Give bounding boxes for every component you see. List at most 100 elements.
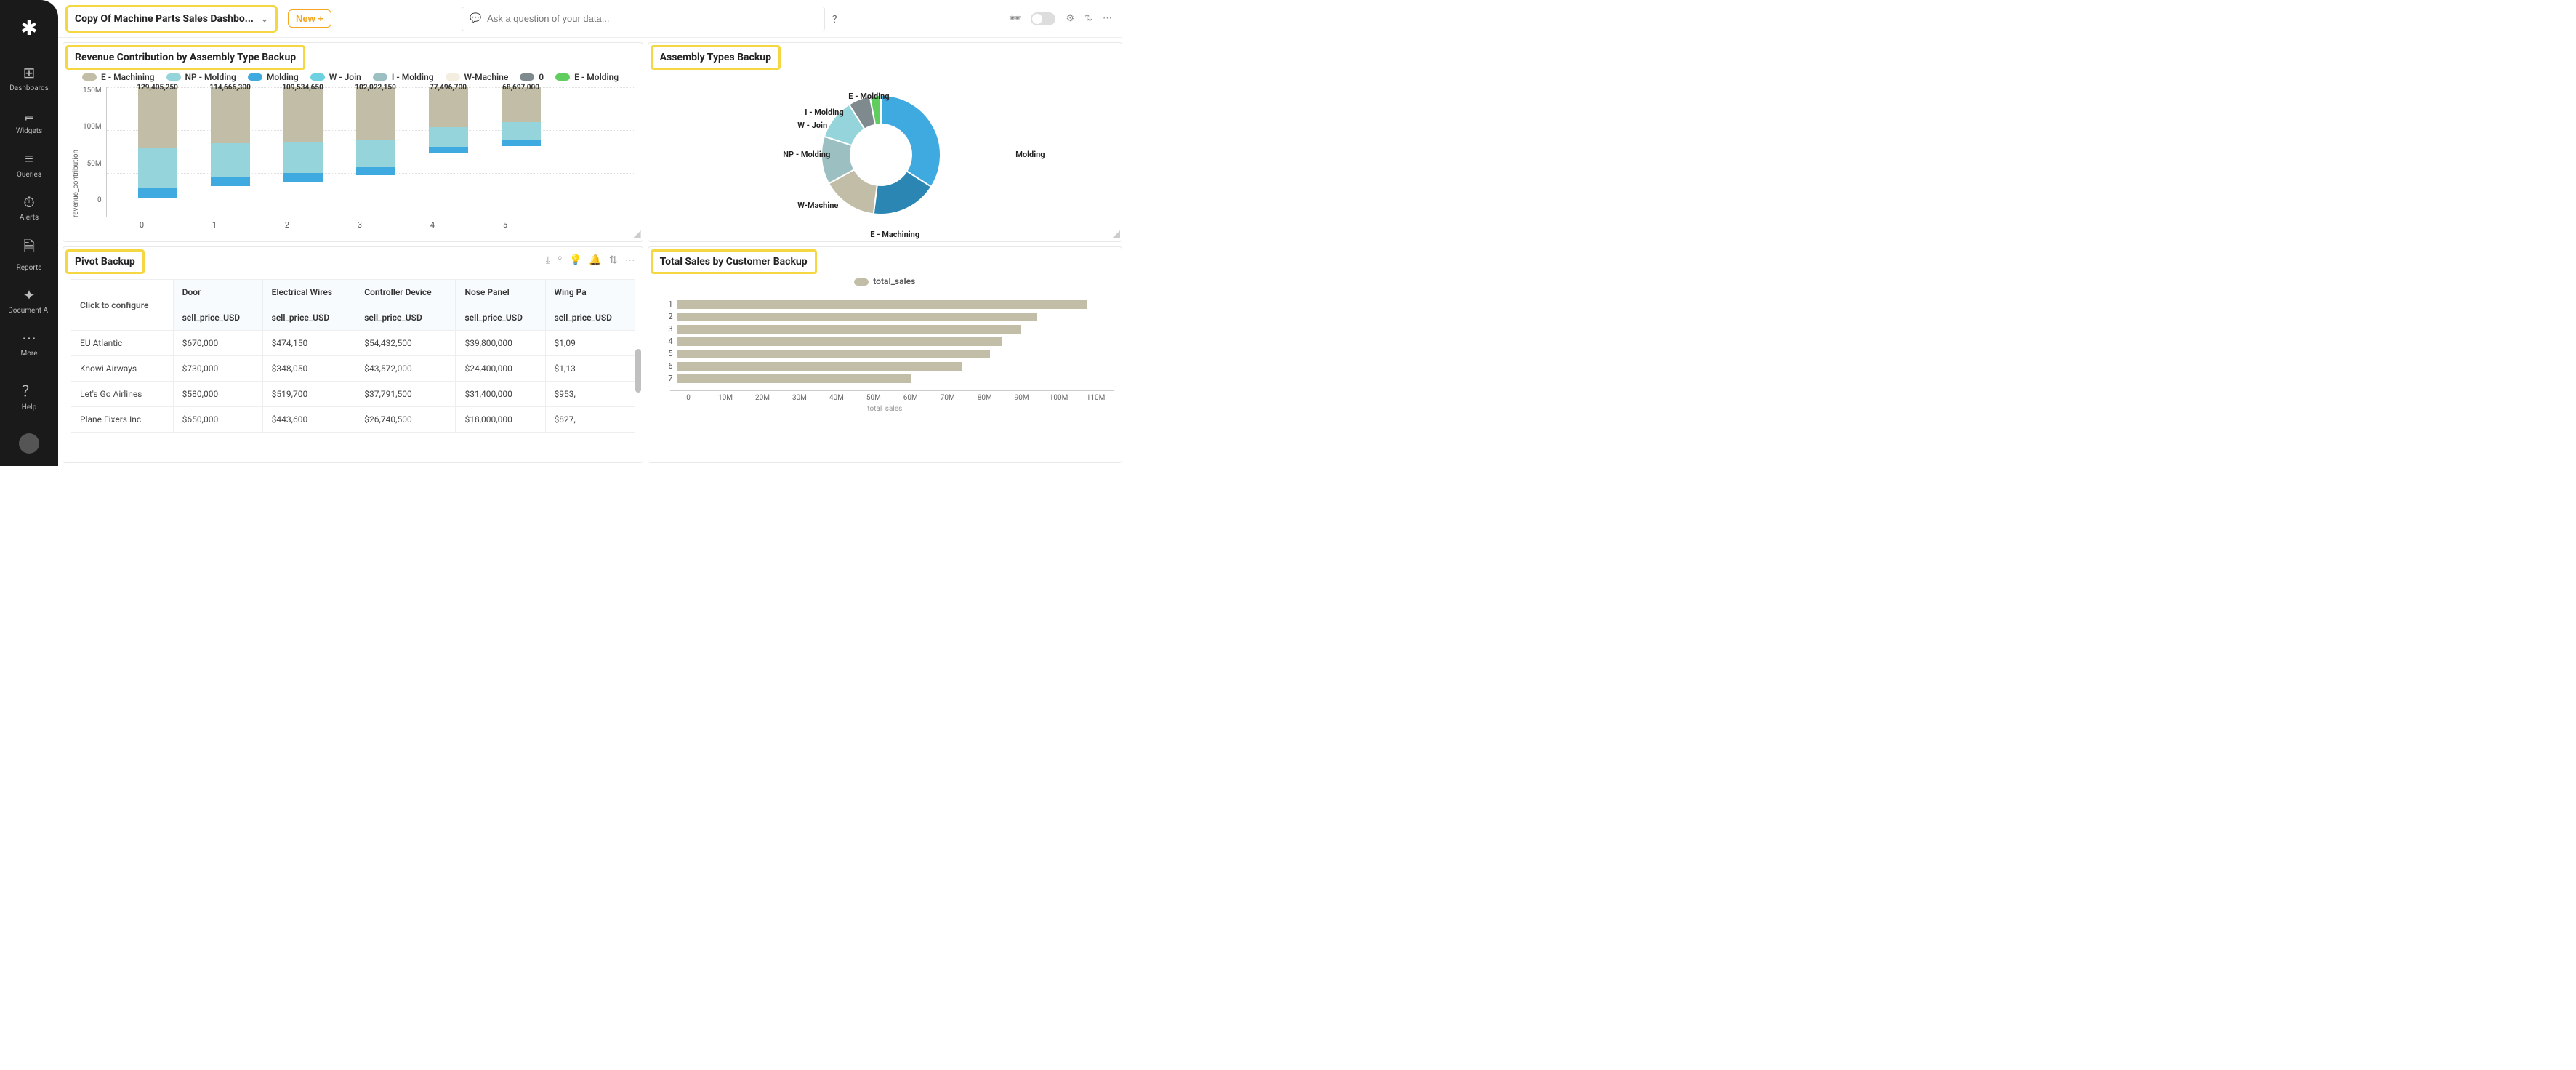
widget-title: Revenue Contribution by Assembly Type Ba… — [65, 45, 305, 70]
column-header[interactable]: Nose Panel — [456, 280, 545, 305]
legend-item[interactable]: E - Molding — [555, 72, 619, 82]
sidebar-item-more[interactable]: ⋯More — [8, 329, 50, 358]
new-button[interactable]: New + — [288, 9, 331, 28]
help-icon: ？ — [22, 379, 36, 401]
hbar-label: 2 — [663, 312, 673, 321]
pivot-configure-cell[interactable]: Click to configure — [71, 280, 174, 331]
hbar-row[interactable]: 6 — [663, 361, 1092, 371]
chart-legend: total_sales — [656, 276, 1114, 286]
hbar-row[interactable]: 1 — [663, 299, 1092, 309]
bar-column[interactable]: 114,666,300 — [209, 87, 252, 217]
bell-icon[interactable]: 🔔 — [589, 254, 601, 266]
row-label: EU Atlantic — [71, 331, 174, 356]
x-tick: 40M — [818, 394, 855, 402]
widget-total-sales: Total Sales by Customer Backup total_sal… — [648, 246, 1122, 463]
bar-total-label: 129,405,250 — [137, 84, 178, 102]
sidebar-item-widgets[interactable]: ⫭Widgets — [8, 107, 50, 135]
widget-title: Pivot Backup — [65, 249, 145, 274]
bar-column[interactable]: 109,534,650 — [281, 87, 325, 217]
table-row[interactable]: Knowi Airways$730,000$348,050$43,572,000… — [71, 356, 635, 382]
sidebar-item-reports[interactable]: 🗎Reports — [8, 236, 50, 272]
table-cell: $670,000 — [173, 331, 262, 356]
question-help-icon[interactable]: ？ — [832, 12, 842, 25]
table-row[interactable]: Let's Go Airlines$580,000$519,700$37,791… — [71, 382, 635, 407]
mode-toggle[interactable] — [1031, 12, 1055, 25]
export-icon[interactable]: ⤓ — [546, 254, 550, 266]
legend-item[interactable]: I - Molding — [373, 72, 434, 82]
column-subheader: sell_price_USD — [456, 305, 545, 331]
hbar-label: 3 — [663, 324, 673, 334]
gear-icon[interactable]: ⚙ — [1066, 13, 1074, 24]
legend-item[interactable]: E - Machining — [82, 72, 155, 82]
bar-chart-area: 129,405,250 114,666,300 109,534,650 102,022… — [106, 87, 635, 217]
queries-icon: ≡ — [25, 150, 33, 168]
table-cell: $580,000 — [173, 382, 262, 407]
sidebar-item-dashboards[interactable]: ⊞Dashboards — [8, 64, 50, 92]
table-cell: $37,791,500 — [355, 382, 456, 407]
bar-column[interactable]: 129,405,250 — [136, 87, 180, 217]
resize-handle[interactable]: ◢ — [633, 228, 641, 240]
hbar-row[interactable]: 5 — [663, 349, 1092, 358]
bar-column[interactable]: 102,022,150 — [354, 87, 398, 217]
avatar[interactable] — [19, 433, 39, 454]
column-subheader: sell_price_USD — [173, 305, 262, 331]
hbar-bar — [677, 374, 912, 383]
hbar-row[interactable]: 3 — [663, 324, 1092, 334]
scrollbar-thumb[interactable] — [635, 349, 641, 393]
bar-total-label: 68,697,000 — [502, 84, 539, 154]
hbar-row[interactable]: 2 — [663, 312, 1092, 321]
sidebar-item-label: More — [20, 350, 37, 358]
bar-column[interactable]: 77,496,700 — [427, 87, 470, 217]
table-cell: $348,050 — [262, 356, 355, 382]
x-tick: 10M — [707, 394, 744, 402]
hbar-label: 4 — [663, 337, 673, 346]
hbar-bar — [677, 337, 1002, 346]
sidebar-item-alerts[interactable]: ⏱Alerts — [8, 193, 50, 222]
sidebar-item-queries[interactable]: ≡ Queries — [8, 150, 50, 179]
dashboard-title-dropdown[interactable]: Copy Of Machine Parts Sales Dashbo... ⌄ — [65, 5, 278, 33]
row-label: Let's Go Airlines — [71, 382, 174, 407]
sidebar-item-label: Help — [22, 403, 36, 411]
x-tick: 110M — [1077, 394, 1114, 402]
table-cell: $39,800,000 — [456, 331, 545, 356]
legend-item[interactable]: 0 — [520, 72, 544, 82]
hbar-row[interactable]: 4 — [663, 337, 1092, 346]
filter-icon[interactable]: ⇅ — [1084, 13, 1092, 24]
pivot-table[interactable]: Click to configureDoorElectrical WiresCo… — [71, 279, 635, 433]
chart-icon[interactable]: ⫯ — [558, 254, 562, 266]
sidebar-item-document-ai[interactable]: ✦Document AI — [8, 286, 50, 315]
column-header[interactable]: Controller Device — [355, 280, 456, 305]
resize-handle[interactable]: ◢ — [1112, 228, 1120, 240]
x-tick: 0 — [120, 220, 164, 230]
hbar-row[interactable]: 7 — [663, 374, 1092, 383]
column-header[interactable]: Wing Pa — [545, 280, 635, 305]
legend-item[interactable]: W - Join — [310, 72, 361, 82]
table-cell: $18,000,000 — [456, 407, 545, 433]
chart-legend: E - Machining NP - Molding Molding W - Join… — [82, 72, 635, 82]
column-header[interactable]: Electrical Wires — [262, 280, 355, 305]
bar-column[interactable]: 68,697,000 — [499, 87, 543, 217]
table-row[interactable]: EU Atlantic$670,000$474,150$54,432,500$3… — [71, 331, 635, 356]
incognito-icon[interactable]: 🕶 — [1009, 13, 1021, 24]
table-cell: $443,600 — [262, 407, 355, 433]
ask-question-field[interactable] — [487, 13, 817, 24]
table-row[interactable]: Plane Fixers Inc$650,000$443,600$26,740,… — [71, 407, 635, 433]
widgets-icon: ⫭ — [25, 107, 33, 124]
legend-item[interactable]: W-Machine — [446, 72, 509, 82]
table-cell: $1,09 — [545, 331, 635, 356]
more-icon[interactable]: ⋯ — [625, 254, 635, 266]
sidebar-help[interactable]: ？ Help — [0, 379, 58, 411]
hbar-label: 7 — [663, 374, 673, 383]
legend-item[interactable]: Molding — [248, 72, 299, 82]
more-icon[interactable]: ⋯ — [1103, 13, 1112, 24]
column-header[interactable]: Door — [173, 280, 262, 305]
legend-item[interactable]: NP - Molding — [166, 72, 236, 82]
sidebar-item-label: Queries — [17, 171, 41, 179]
row-label: Plane Fixers Inc — [71, 407, 174, 433]
lightbulb-icon[interactable]: 💡 — [569, 254, 581, 266]
x-tick: 1 — [193, 220, 236, 230]
filter-icon[interactable]: ⇅ — [609, 254, 618, 266]
ask-question-input[interactable]: 💬 ？ — [462, 7, 825, 31]
sidebar-item-label: Alerts — [20, 214, 39, 222]
table-cell: $827, — [545, 407, 635, 433]
